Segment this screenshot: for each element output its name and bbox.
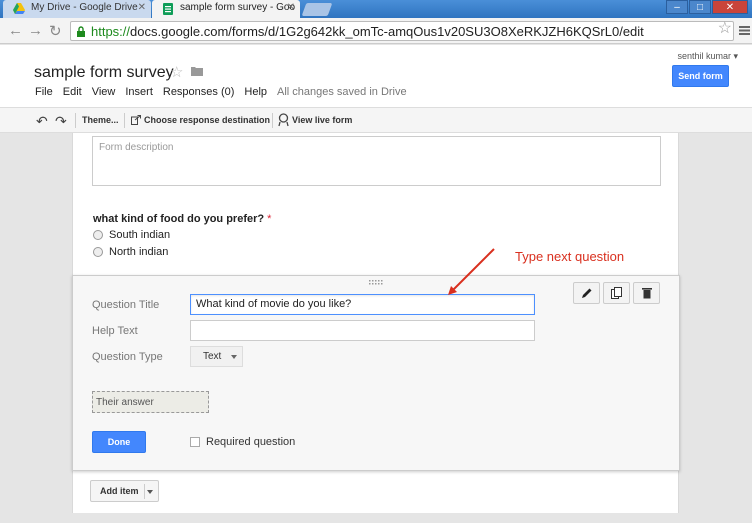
question-editor: Question Title What kind of movie do you… bbox=[72, 275, 680, 471]
url-scheme: https:// bbox=[91, 24, 131, 39]
url-path: docs.google.com/forms/d/1G2g642kk_omTc-a… bbox=[130, 24, 644, 39]
question-title-input[interactable]: What kind of movie do you like? bbox=[190, 294, 535, 315]
google-drive-icon bbox=[13, 3, 25, 14]
button-divider bbox=[144, 484, 145, 499]
minimize-icon[interactable]: – bbox=[666, 0, 688, 14]
add-item-button[interactable]: Add item bbox=[90, 480, 159, 502]
duplicate-question-button[interactable] bbox=[603, 282, 630, 304]
help-text-label: Help Text bbox=[92, 325, 138, 337]
menu-insert[interactable]: Insert bbox=[125, 86, 153, 98]
done-button[interactable]: Done bbox=[92, 431, 146, 453]
question-type-label: Question Type bbox=[92, 351, 163, 363]
radio-button[interactable] bbox=[93, 247, 103, 257]
theme-button[interactable]: Theme... bbox=[82, 115, 119, 125]
close-window-icon[interactable]: ✕ bbox=[712, 0, 748, 14]
chevron-down-icon bbox=[231, 355, 237, 359]
menu-bar: File Edit View Insert Responses (0) Help bbox=[35, 86, 277, 98]
tab-title: sample form survey - Goo bbox=[180, 2, 296, 13]
option-label: South indian bbox=[109, 229, 171, 241]
undo-icon[interactable]: ↶ bbox=[36, 113, 48, 130]
question-type-select[interactable]: Text bbox=[190, 346, 243, 367]
delete-question-button[interactable] bbox=[633, 282, 660, 304]
editor-toolbar: ↶ ↷ Theme... Choose response destination… bbox=[0, 107, 752, 133]
menu-view[interactable]: View bbox=[92, 86, 116, 98]
send-form-button[interactable]: Send form bbox=[672, 65, 729, 87]
bookmark-star-icon[interactable]: ☆ bbox=[718, 18, 732, 38]
annotation-text: Type next question bbox=[515, 249, 625, 264]
option-row[interactable]: North indian bbox=[93, 246, 168, 258]
question-title: what kind of food do you prefer? * bbox=[93, 213, 271, 225]
menu-help[interactable]: Help bbox=[244, 86, 267, 98]
forward-arrow-icon[interactable]: → bbox=[28, 22, 43, 39]
option-row[interactable]: South indian bbox=[93, 229, 170, 241]
toolbar-divider bbox=[75, 113, 76, 128]
google-forms-icon bbox=[163, 3, 173, 15]
close-tab-icon[interactable]: ✕ bbox=[138, 2, 146, 13]
required-marker: * bbox=[267, 213, 272, 225]
toolbar-divider bbox=[124, 113, 125, 128]
option-label: North indian bbox=[109, 246, 169, 258]
edit-question-button[interactable] bbox=[573, 282, 600, 304]
menu-responses[interactable]: Responses (0) bbox=[163, 86, 235, 98]
docs-header: senthil kumar ▾ Send form sample form su… bbox=[0, 45, 752, 107]
chevron-down-icon[interactable] bbox=[147, 490, 153, 494]
drag-handle-icon[interactable] bbox=[369, 280, 383, 286]
menu-edit[interactable]: Edit bbox=[63, 86, 82, 98]
duplicate-icon bbox=[611, 287, 622, 299]
choose-response-destination-button[interactable]: Choose response destination bbox=[144, 115, 270, 125]
toolbar-divider bbox=[272, 113, 273, 128]
response-destination-icon bbox=[131, 115, 141, 125]
browser-tab-strip: My Drive - Google Drive ✕ sample form su… bbox=[0, 0, 752, 18]
maximize-icon[interactable]: □ bbox=[689, 0, 711, 14]
view-live-form-button[interactable]: View live form bbox=[292, 115, 352, 125]
tab-sample-form[interactable]: sample form survey - Goo ✕ bbox=[152, 0, 300, 18]
close-tab-icon[interactable]: ✕ bbox=[287, 2, 295, 13]
back-arrow-icon[interactable]: ← bbox=[8, 22, 23, 39]
form-description-input[interactable]: Form description bbox=[92, 136, 661, 186]
help-text-input[interactable] bbox=[190, 320, 535, 341]
question-title-label: Question Title bbox=[92, 299, 160, 311]
address-bar-row: ← → ↻ https://docs.google.com/forms/d/1G… bbox=[0, 18, 752, 44]
new-tab-button[interactable] bbox=[301, 3, 333, 16]
star-icon[interactable]: ☆ bbox=[170, 63, 183, 81]
answer-preview: Their answer bbox=[92, 391, 209, 413]
folder-icon[interactable] bbox=[191, 66, 203, 76]
view-live-form-icon bbox=[278, 113, 289, 127]
menu-file[interactable]: File bbox=[35, 86, 53, 98]
add-item-label: Add item bbox=[100, 486, 139, 496]
annotation-arrow-icon bbox=[448, 248, 495, 295]
redo-icon[interactable]: ↷ bbox=[55, 113, 67, 130]
save-status: All changes saved in Drive bbox=[277, 86, 407, 98]
window-controls: – □ ✕ bbox=[665, 0, 748, 14]
document-title[interactable]: sample form survey bbox=[34, 64, 174, 82]
required-label: Required question bbox=[206, 436, 296, 448]
lock-icon bbox=[77, 26, 85, 37]
question-type-value: Text bbox=[203, 351, 222, 362]
account-menu[interactable]: senthil kumar ▾ bbox=[677, 51, 738, 62]
pencil-icon bbox=[582, 288, 592, 298]
tab-title: My Drive - Google Drive bbox=[31, 2, 138, 13]
radio-button[interactable] bbox=[93, 230, 103, 240]
url-input[interactable]: https://docs.google.com/forms/d/1G2g642k… bbox=[70, 21, 734, 41]
reload-icon[interactable]: ↻ bbox=[49, 22, 62, 40]
question-text: what kind of food do you prefer? bbox=[93, 213, 265, 225]
trash-icon bbox=[642, 288, 652, 299]
required-checkbox[interactable] bbox=[190, 437, 200, 447]
tab-my-drive[interactable]: My Drive - Google Drive ✕ bbox=[3, 0, 151, 18]
browser-menu-icon[interactable] bbox=[738, 23, 752, 37]
